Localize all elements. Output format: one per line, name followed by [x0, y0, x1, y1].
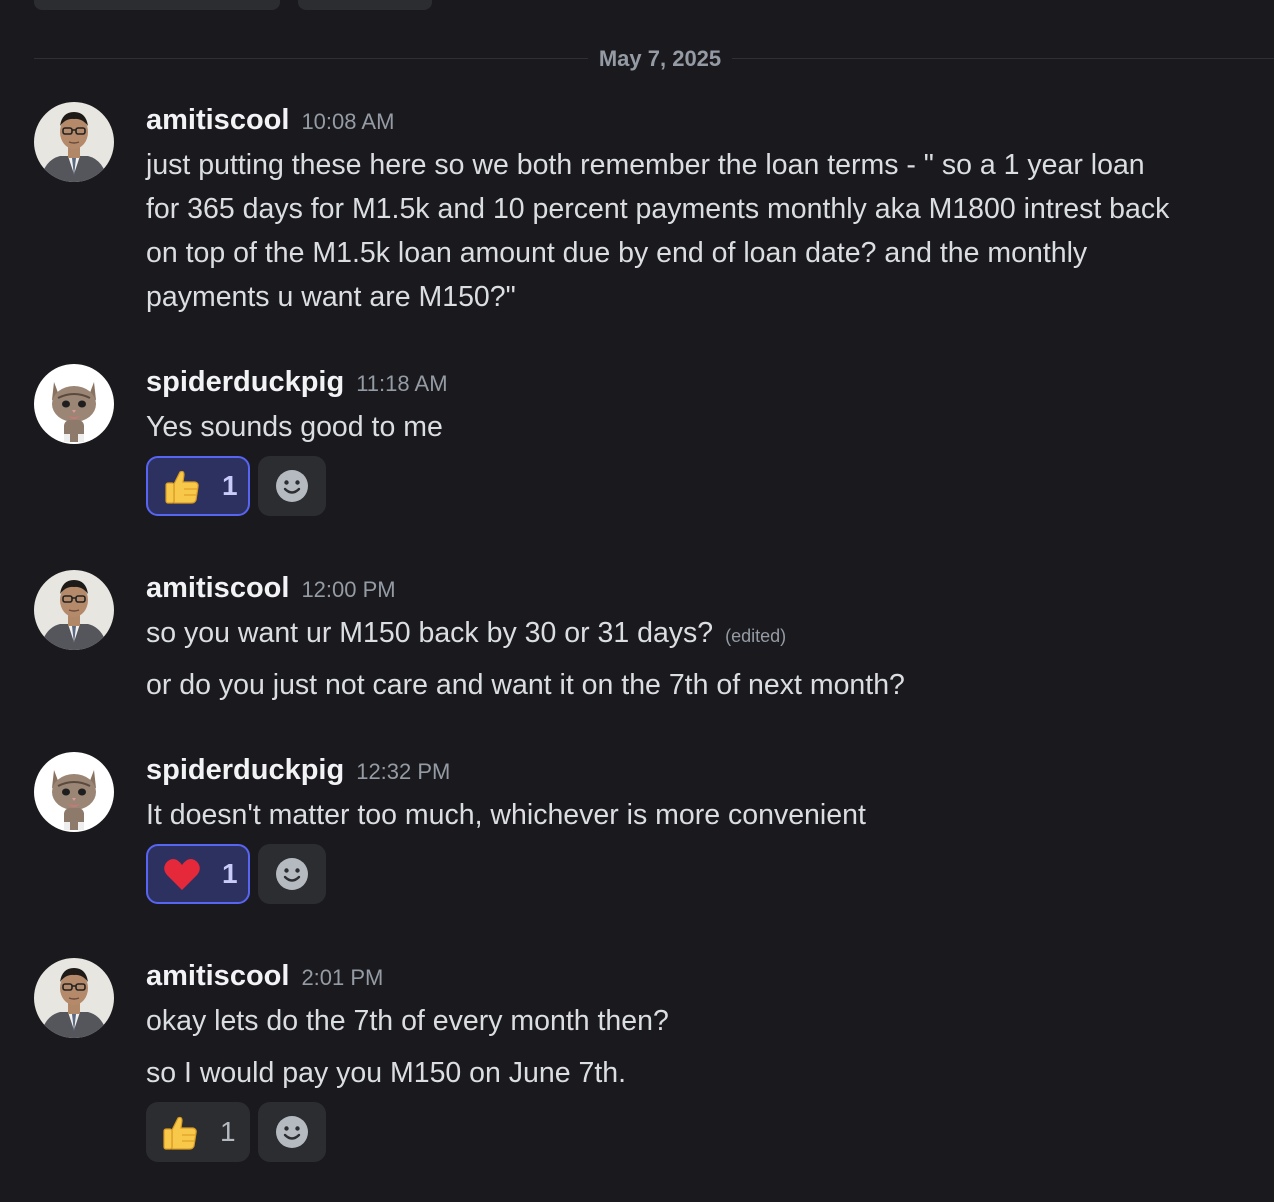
timestamp: 12:00 PM [301, 577, 396, 602]
message-text: Yes sounds good to me [146, 411, 443, 443]
avatar[interactable] [34, 364, 114, 444]
username[interactable]: amitiscool [146, 960, 289, 992]
heart-icon [164, 859, 200, 890]
top-thread-pill[interactable] [34, 0, 280, 10]
smile-icon [276, 858, 308, 890]
username[interactable]: amitiscool [146, 104, 289, 136]
reaction-thumbs-up[interactable]: 1 [146, 456, 250, 516]
message-text: payments u want are M150?" [146, 281, 516, 313]
smile-icon [276, 470, 308, 502]
add-reaction-button[interactable] [258, 456, 326, 516]
message-header: spiderduckpig 11:18 AM [146, 364, 448, 400]
message-text: so I would pay you M150 on June 7th. [146, 1057, 627, 1089]
add-reaction-button[interactable] [258, 1102, 326, 1162]
date-divider: May 7, 2025 [588, 46, 732, 72]
message-text: for 365 days for M1.5k and 10 percent pa… [146, 193, 1170, 225]
message-header: amitiscool 2:01 PM [146, 958, 383, 994]
username[interactable]: spiderduckpig [146, 366, 344, 398]
message-text: okay lets do the 7th of every month then… [146, 1005, 669, 1037]
reaction-count: 1 [220, 1116, 236, 1147]
message-text: It doesn't matter too much, whichever is… [146, 799, 866, 831]
timestamp: 10:08 AM [301, 109, 395, 134]
top-thread-pill[interactable] [298, 0, 432, 10]
thumbs-up-icon [165, 470, 199, 504]
avatar[interactable] [34, 570, 114, 650]
timestamp: 12:32 PM [356, 759, 451, 784]
message-header: amitiscool 10:08 AM [146, 102, 394, 138]
reaction-heart[interactable]: 1 [146, 844, 250, 904]
avatar-kitten-image [34, 364, 114, 444]
reaction-thumbs-up[interactable]: 1 [146, 1102, 250, 1162]
username[interactable]: amitiscool [146, 572, 289, 604]
message-header: spiderduckpig 12:32 PM [146, 752, 450, 788]
add-reaction-button[interactable] [258, 844, 326, 904]
message-text: on top of the M1.5k loan amount due by e… [146, 237, 1088, 269]
avatar-kitten-image [34, 752, 114, 832]
reaction-count: 1 [222, 858, 238, 889]
username[interactable]: spiderduckpig [146, 754, 344, 786]
message-text-content: so you want ur M150 back by 30 or 31 day… [146, 617, 714, 649]
avatar[interactable] [34, 102, 114, 182]
avatar[interactable] [34, 958, 114, 1038]
smile-icon [276, 1116, 308, 1148]
avatar-man-image [34, 570, 114, 650]
avatar[interactable] [34, 752, 114, 832]
message-text: or do you just not care and want it on t… [146, 669, 905, 701]
thumbs-up-icon [163, 1116, 197, 1150]
avatar-man-image [34, 102, 114, 182]
timestamp: 11:18 AM [356, 371, 448, 396]
avatar-man-image [34, 958, 114, 1038]
message-text: so you want ur M150 back by 30 or 31 day… [146, 611, 1238, 658]
reaction-count: 1 [222, 470, 238, 501]
message-text: just putting these here so we both remem… [146, 149, 1145, 181]
message-header: amitiscool 12:00 PM [146, 570, 396, 606]
edited-label: (edited) [725, 626, 787, 646]
timestamp: 2:01 PM [301, 965, 384, 990]
